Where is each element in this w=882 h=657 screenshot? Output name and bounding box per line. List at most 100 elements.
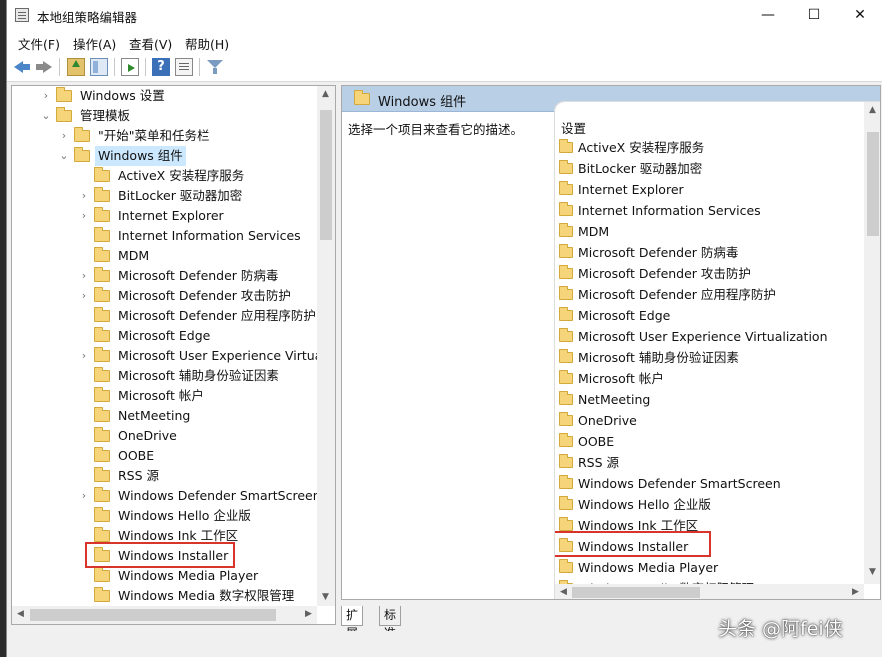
folder-icon [94, 467, 110, 482]
list-vertical-scrollbar[interactable]: ▲ ▼ [864, 102, 880, 584]
expand-chevron-icon[interactable]: › [78, 486, 90, 506]
folder-icon [559, 433, 573, 447]
tree-hscroll-thumb[interactable] [30, 609, 276, 621]
close-button[interactable]: ✕ [837, 0, 882, 30]
tree-vertical-scrollbar[interactable]: ▲ ▼ [317, 86, 335, 606]
watermark: 头条 @阿fei侠 [718, 618, 843, 640]
tab-standard[interactable]: 标准 [379, 606, 402, 640]
folder-icon [559, 349, 573, 363]
folder-icon [559, 475, 573, 489]
tree-item-label: Internet Information Services [118, 228, 301, 243]
expand-chevron-icon [78, 226, 90, 246]
scroll-right-arrow-icon[interactable]: ▶ [847, 584, 864, 599]
console-tree[interactable]: › Windows 设置 ⌄ 管理模板 › "开始"菜单和任务栏 ⌄ Windows 组件 Ac… [11, 85, 336, 625]
details-header-title: Windows 组件 [378, 95, 467, 110]
menu-view[interactable]: 查看(V) [129, 34, 172, 53]
show-hide-tree-icon[interactable] [90, 58, 108, 76]
expand-chevron-icon[interactable]: › [40, 86, 52, 106]
up-folder-icon[interactable] [67, 58, 85, 76]
tree-item[interactable]: › Windows 设置 [12, 86, 317, 106]
list-item-label: Internet Explorer [578, 182, 684, 197]
scroll-down-arrow-icon[interactable]: ▼ [864, 564, 880, 581]
settings-list[interactable]: 设置 ActiveX 安装程序服务 BitLocker 驱动器加密 Internet… [555, 102, 880, 599]
back-arrow-icon[interactable] [13, 58, 31, 76]
menu-file[interactable]: 文件(F) [18, 34, 60, 53]
tree-item[interactable]: Microsoft Edge [12, 326, 317, 346]
tree-item[interactable]: › Internet Explorer [12, 206, 317, 226]
properties-icon[interactable] [175, 58, 193, 76]
tree-item[interactable]: ⌄ Windows 组件 [12, 146, 317, 166]
menu-action[interactable]: 操作(A) [73, 34, 116, 53]
expand-chevron-icon[interactable]: › [58, 126, 70, 146]
forward-arrow-icon[interactable] [35, 58, 53, 76]
folder-icon [559, 517, 573, 531]
expand-chevron-icon[interactable]: › [78, 266, 90, 286]
tree-item[interactable]: › "开始"菜单和任务栏 [12, 126, 317, 146]
tree-scroll-thumb[interactable] [320, 110, 332, 240]
folder-icon [559, 265, 573, 279]
scroll-right-arrow-icon[interactable]: ▶ [300, 606, 317, 623]
tree-item[interactable]: › Microsoft Defender 防病毒 [12, 266, 317, 286]
expand-chevron-icon[interactable]: › [78, 346, 90, 366]
tree-item[interactable]: ActiveX 安装程序服务 [12, 166, 317, 186]
expand-chevron-icon [78, 426, 90, 446]
tree-horizontal-scrollbar[interactable]: ◀ ▶ [12, 606, 317, 624]
folder-icon [56, 107, 72, 122]
list-hscroll-thumb[interactable] [572, 587, 700, 598]
folder-icon [94, 307, 110, 322]
tree-item[interactable]: › Microsoft User Experience Virtualiz [12, 346, 335, 366]
scroll-up-arrow-icon[interactable]: ▲ [317, 86, 334, 103]
export-list-icon[interactable] [121, 58, 139, 76]
tree-item[interactable]: › Windows Defender SmartScreen [12, 486, 321, 506]
folder-icon [559, 139, 573, 153]
list-horizontal-scrollbar[interactable]: ◀ ▶ [555, 584, 864, 599]
tree-item[interactable]: Microsoft 辅助身份验证因素 [12, 366, 317, 386]
expand-chevron-icon [78, 326, 90, 346]
minimize-button[interactable]: — [745, 0, 791, 30]
list-scroll-thumb[interactable] [867, 132, 879, 236]
scroll-down-arrow-icon[interactable]: ▼ [317, 589, 334, 606]
expand-chevron-icon[interactable]: › [78, 186, 90, 206]
tree-item[interactable]: MDM [12, 246, 317, 266]
tree-item[interactable]: RSS 源 [12, 466, 317, 486]
menu-help[interactable]: 帮助(H) [185, 34, 229, 53]
tree-item[interactable]: Internet Information Services [12, 226, 317, 246]
tree-item[interactable]: › BitLocker 驱动器加密 [12, 186, 317, 206]
tree-item[interactable]: Windows Installer [12, 546, 317, 566]
tree-item[interactable]: Windows Hello 企业版 [12, 506, 317, 526]
tree-item[interactable]: › Microsoft Defender 攻击防护 [12, 286, 317, 306]
tree-item-label: Internet Explorer [118, 208, 224, 223]
tree-item-label: Windows Hello 企业版 [118, 508, 251, 523]
folder-icon [94, 367, 110, 382]
tree-item-label: Windows 设置 [80, 88, 165, 103]
tree-item[interactable]: NetMeeting [12, 406, 317, 426]
tree-item[interactable]: OOBE [12, 446, 317, 466]
collapse-chevron-icon[interactable]: ⌄ [40, 106, 52, 126]
scroll-left-arrow-icon[interactable]: ◀ [12, 606, 29, 623]
tree-item[interactable]: Windows Ink 工作区 [12, 526, 317, 546]
folder-icon [559, 202, 573, 216]
tree-item[interactable]: Microsoft Defender 应用程序防护 [12, 306, 317, 326]
expand-chevron-icon[interactable]: › [78, 286, 90, 306]
tree-item[interactable]: Microsoft 帐户 [12, 386, 317, 406]
help-icon[interactable]: ? [152, 58, 170, 76]
list-item-label: Microsoft Defender 应用程序防护 [578, 287, 776, 302]
expand-chevron-icon[interactable]: › [78, 206, 90, 226]
list-item-label: Windows Hello 企业版 [578, 497, 711, 512]
tree-item[interactable]: Windows Media 数字权限管理 [12, 586, 317, 606]
tree-item[interactable]: ⌄ 管理模板 [12, 106, 317, 126]
tree-item[interactable]: Windows Media Player [12, 566, 317, 586]
folder-icon [354, 90, 370, 105]
collapse-chevron-icon[interactable]: ⌄ [58, 146, 70, 166]
scroll-left-arrow-icon[interactable]: ◀ [555, 584, 572, 599]
tree-item[interactable]: OneDrive [12, 426, 317, 446]
tab-extended[interactable]: 扩展 [341, 606, 364, 640]
folder-icon [94, 387, 110, 402]
maximize-button[interactable]: ☐ [791, 0, 837, 30]
scroll-up-arrow-icon[interactable]: ▲ [864, 102, 880, 119]
settings-column-header[interactable]: 设置 [561, 118, 586, 137]
filter-icon[interactable] [206, 58, 224, 76]
folder-icon [559, 391, 573, 405]
list-item-label: Microsoft Defender 防病毒 [578, 245, 739, 260]
list-item-label: MDM [578, 224, 610, 239]
